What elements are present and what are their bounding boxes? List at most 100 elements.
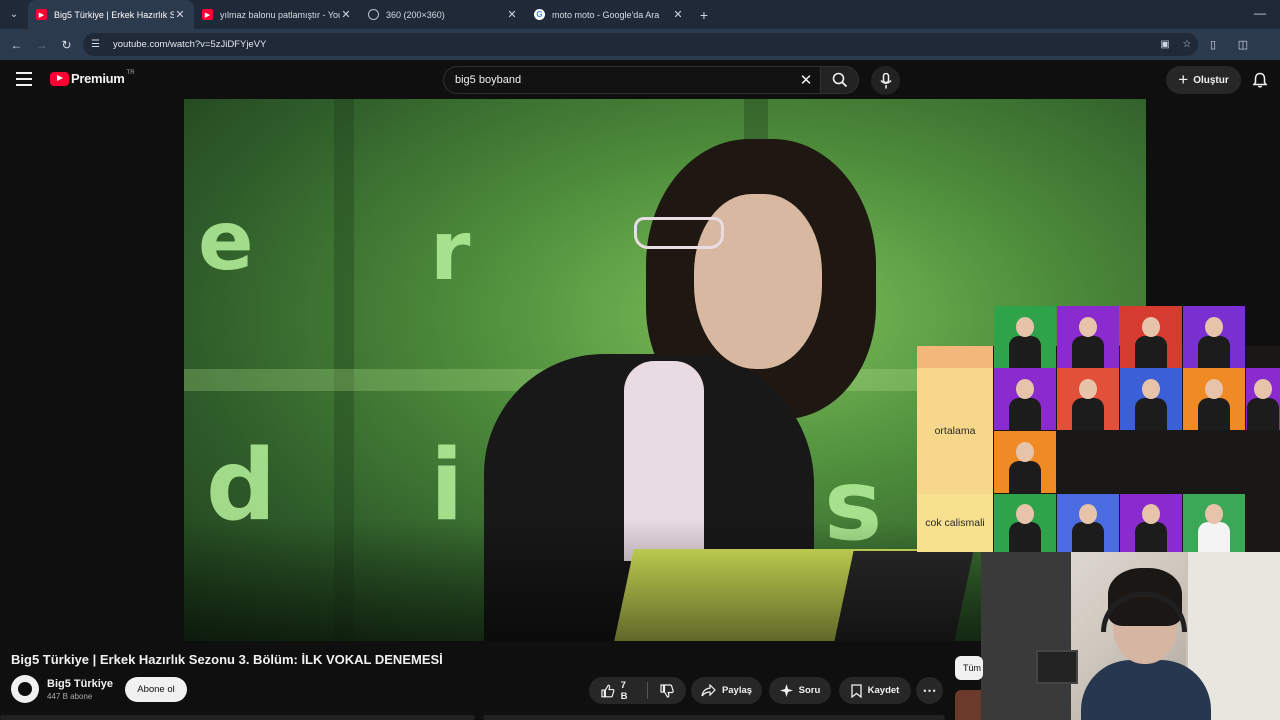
tier-thumbnail-person — [1072, 521, 1104, 554]
browser-tab[interactable]: 360 (200×360) ✕ — [360, 0, 526, 29]
forward-arrow-icon[interactable]: → — [29, 38, 54, 52]
tier-thumbnail[interactable] — [1183, 494, 1245, 554]
tier-thumbnail[interactable] — [1057, 306, 1119, 368]
search-button[interactable] — [821, 66, 859, 94]
tier-thumbnail[interactable] — [1246, 368, 1280, 430]
channel-avatar[interactable] — [11, 675, 39, 703]
like-button[interactable]: 7 B — [589, 677, 647, 704]
create-button[interactable]: + Oluştur — [1166, 66, 1241, 94]
tier-list-overlay: ortalama cok calismali — [917, 306, 1280, 554]
webcam-background-wall — [981, 552, 1071, 720]
sidebar-icon[interactable]: ◫ — [1228, 38, 1258, 51]
filter-chip-all[interactable]: Tüm — [955, 656, 983, 680]
youtube-header: Premium TR big5 boyband ✕ + Oluştur — [0, 61, 1280, 99]
cast-icon[interactable]: ▣ — [1154, 39, 1176, 50]
tier-thumbnail[interactable] — [1183, 368, 1245, 430]
tier-thumbnail-face — [1016, 442, 1034, 463]
placeholder-bar — [483, 715, 945, 720]
tab-close-icon[interactable]: ✕ — [672, 8, 684, 21]
tier-thumbnail[interactable] — [994, 431, 1056, 493]
search-input[interactable]: big5 boyband ✕ — [443, 66, 821, 94]
bookmark-star-icon[interactable]: ☆ — [1176, 39, 1198, 50]
clear-search-icon[interactable]: ✕ — [792, 71, 820, 89]
like-dislike-group: 7 B — [589, 677, 686, 704]
youtube-premium-logo[interactable]: Premium TR — [50, 70, 135, 86]
tier-thumbnail[interactable] — [1057, 494, 1119, 554]
tier-thumbnail-face — [1142, 317, 1160, 338]
tab-close-icon[interactable]: ✕ — [340, 8, 352, 21]
background-letter-e: e — [198, 194, 254, 289]
webcam-monitor — [1036, 650, 1078, 684]
like-count: 7 B — [620, 679, 628, 702]
address-bar[interactable]: ☰ youtube.com/watch?v=5zJiDFYjeVY ▣ ☆ — [83, 33, 1198, 56]
tier-thumbnail[interactable] — [1120, 306, 1182, 368]
browser-tab[interactable]: ▶ Big5 Türkiye | Erkek Hazırlık Sezonu 3… — [28, 0, 194, 29]
tier-row-label — [917, 346, 993, 368]
tier-thumbnail-person — [1009, 397, 1041, 430]
tab-title: yılmaz balonu patlamıştır - YouTube — [220, 9, 340, 20]
dislike-button[interactable] — [648, 677, 686, 704]
tier-thumbnail[interactable] — [994, 306, 1056, 368]
create-label: Oluştur — [1193, 74, 1229, 86]
tab-close-icon[interactable]: ✕ — [506, 8, 518, 21]
new-tab-plus-icon[interactable]: + — [692, 7, 716, 23]
youtube-play-logo-icon — [50, 71, 69, 86]
placeholder-bar — [0, 715, 475, 720]
ask-label: Soru — [798, 685, 821, 696]
site-settings-icon[interactable]: ☰ — [91, 39, 107, 50]
youtube-icon: ▶ — [202, 9, 213, 20]
voice-search-button[interactable] — [871, 66, 900, 95]
search-icon — [832, 72, 847, 88]
channel-name[interactable]: Big5 Türkiye — [47, 678, 113, 690]
tier-thumbnail-person — [1135, 397, 1167, 430]
menu-hamburger-icon[interactable] — [16, 72, 32, 86]
channel-info[interactable]: Big5 Türkiye 447 B abone — [11, 675, 113, 703]
tab-search-chevron-icon[interactable]: ⌄ — [0, 0, 28, 29]
more-actions-button[interactable]: ⋯ — [916, 677, 943, 704]
tier-thumbnail[interactable] — [994, 368, 1056, 430]
tier-thumbnail[interactable] — [1120, 368, 1182, 430]
reload-icon[interactable]: ↻ — [54, 38, 79, 52]
tier-thumbnail[interactable] — [994, 494, 1056, 554]
tier-thumbnail[interactable] — [1120, 494, 1182, 554]
subscriber-count: 447 B abone — [47, 691, 93, 701]
tier-thumbnail-person — [1072, 335, 1104, 368]
tier-thumbnail-face — [1016, 379, 1034, 400]
back-arrow-icon[interactable]: ← — [4, 38, 29, 52]
tier-thumbnail[interactable] — [1183, 306, 1245, 368]
tier-thumbnail[interactable] — [1057, 368, 1119, 430]
save-button[interactable]: Kaydet — [839, 677, 911, 704]
tier-thumbnail-face — [1142, 379, 1160, 400]
tier-thumbnail-person — [1198, 335, 1230, 368]
tier-thumbnail-person — [1135, 521, 1167, 554]
share-button[interactable]: Paylaş — [691, 677, 762, 704]
page-bottom-strip — [0, 713, 1280, 720]
thumbs-up-icon — [601, 684, 615, 697]
tier-thumbnail-person — [1072, 397, 1104, 430]
tier-row-label: cok calismali — [917, 494, 993, 552]
tab-close-icon[interactable]: ✕ — [174, 8, 186, 21]
tier-thumbnail-face — [1079, 379, 1097, 400]
browser-tab-bar: ⌄ ▶ Big5 Türkiye | Erkek Hazırlık Sezonu… — [0, 0, 1280, 29]
background-letter-r: r — [430, 204, 471, 299]
minimize-window-icon[interactable]: — — [1254, 6, 1266, 20]
host-glasses — [634, 217, 724, 249]
tab-title: 360 (200×360) — [386, 9, 445, 20]
save-label: Kaydet — [867, 685, 900, 696]
sparkle-icon — [779, 684, 793, 697]
plus-icon: + — [1178, 70, 1189, 89]
thumbs-down-icon — [660, 683, 674, 698]
tier-thumbnail-person — [1198, 397, 1230, 430]
ask-button[interactable]: Soru — [769, 677, 831, 704]
subscribe-button[interactable]: Abone ol — [125, 677, 187, 702]
browser-tab[interactable]: G moto moto - Google'da Ara ✕ — [526, 0, 692, 29]
extensions-icon[interactable]: ▯ — [1198, 38, 1228, 51]
browser-tab[interactable]: ▶ yılmaz balonu patlamıştır - YouTube ✕ — [194, 0, 360, 29]
tab-title: Big5 Türkiye | Erkek Hazırlık Sezonu 3..… — [54, 9, 174, 20]
tier-thumbnail-person — [1247, 397, 1279, 430]
more-dots-icon: ⋯ — [922, 682, 937, 698]
tier-thumbnail-face — [1079, 317, 1097, 338]
logo-text: Premium — [71, 71, 125, 86]
notifications-bell-icon[interactable] — [1252, 72, 1268, 88]
globe-icon — [368, 9, 379, 20]
